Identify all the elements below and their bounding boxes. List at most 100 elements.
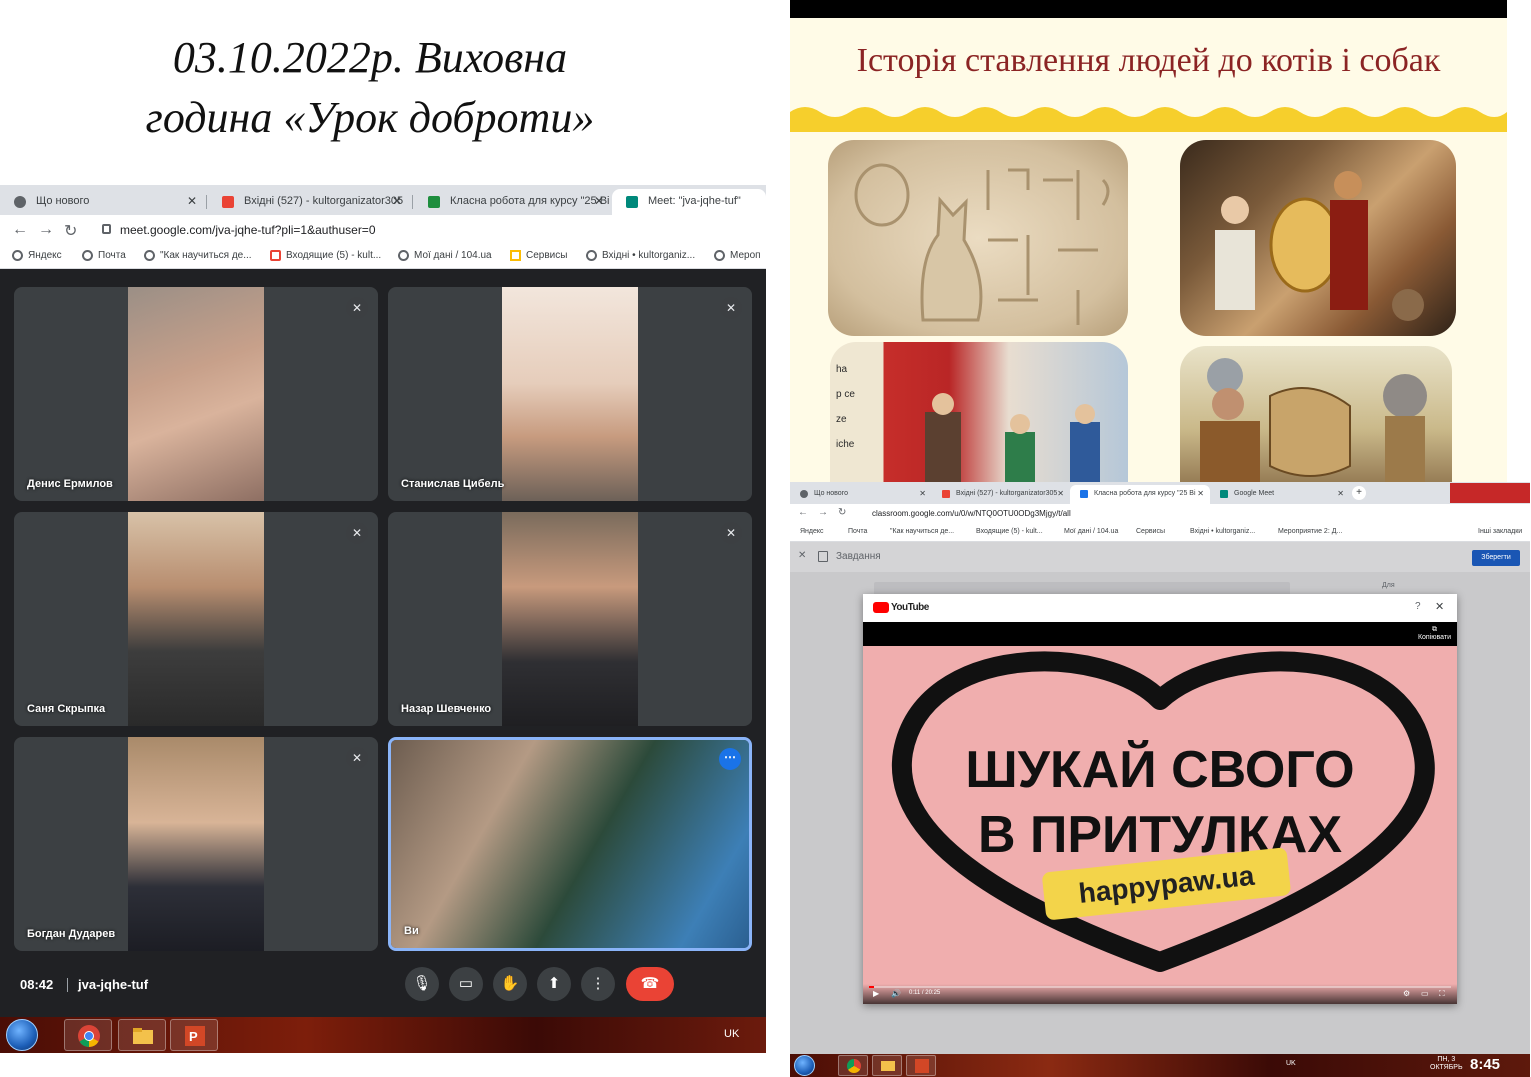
present-button[interactable]: ⬆ [537,967,571,1001]
window-controls[interactable] [1450,483,1530,503]
volume-icon[interactable]: 🔊 [891,989,901,998]
taskbar-chrome[interactable] [64,1019,112,1051]
self-video [391,740,749,948]
save-button[interactable]: Зберегти [1472,550,1520,566]
close-icon[interactable]: ✕ [1197,489,1204,498]
taskbar-powerpoint[interactable]: P [170,1019,218,1051]
tab-classroom[interactable]: Класна робота для курсу "25 Ві ✕ [1070,485,1210,504]
gmail-icon [270,250,281,261]
bookmark-item[interactable]: Вхідні • kultorganiz... [586,250,695,261]
bookmark-item[interactable]: Входящие (5) - kult... [976,528,1043,535]
reload-icon[interactable]: ↻ [64,221,77,241]
manuscript-illustration: ha p ce ze iche [836,364,1100,490]
tab-meet[interactable]: Meet: "jva-jqhe-tuf" [612,189,766,215]
cc-icon[interactable]: ▭ [1421,989,1429,998]
url-field[interactable]: classroom.google.com/u/0/w/NTQ0OTU0ODg3M… [872,509,1071,518]
bookmark-item[interactable]: Почта [848,528,867,535]
close-icon[interactable]: ✕ [392,194,402,208]
participant-video [128,512,264,726]
tab-classroom[interactable]: Класна робота для курсу "25 Ві ✕ [414,189,612,215]
participant-tile[interactable]: ✕ Саня Скрыпка [14,512,378,726]
video-progress[interactable] [869,986,1451,988]
start-button[interactable] [794,1055,815,1076]
bookmark-item[interactable]: Яндекс [800,528,824,535]
more-options-button[interactable]: ⋮ [581,967,615,1001]
bookmark-item[interactable]: Мої дані / 104.ua [1064,528,1118,535]
reload-icon[interactable]: ↻ [838,507,846,518]
globe-icon [12,250,23,261]
participant-name: Назар Шевченко [401,703,492,715]
tab-meet[interactable]: Google Meet ✕ [1210,485,1350,504]
mic-button[interactable]: 🎙 [405,967,439,1001]
close-icon[interactable]: ✕ [919,489,926,498]
close-icon[interactable]: ✕ [1337,489,1344,498]
title-line-2: година «Урок доброти» [145,93,595,142]
slide-title: Історія ставлення людей до котів і собак [856,42,1441,79]
start-button[interactable] [6,1019,38,1051]
bookmark-item[interactable]: Мероприятие 2: Д... [1278,528,1342,535]
bookmark-item[interactable]: Інші закладки [1478,528,1522,535]
camera-icon: ▭ [458,975,474,992]
apps-icon [510,250,521,261]
bookmark-item[interactable]: Почта [82,250,126,261]
tab-gmail[interactable]: Вхідні (527) - kultorganizator305 ✕ [208,189,410,215]
end-call-button[interactable]: ☎ [626,967,674,1001]
tab-whats-new[interactable]: Що нового ✕ [790,485,932,504]
bookmark-item[interactable]: Сервисы [1136,528,1165,535]
taskbar-explorer[interactable] [872,1055,902,1076]
help-icon[interactable]: ? [1415,601,1421,612]
meet-icon [626,196,638,208]
more-options-icon[interactable]: ⋯ [719,748,741,770]
raise-hand-button[interactable]: ✋ [493,967,527,1001]
medieval-manuscript-image: ha p ce ze iche [830,342,1128,490]
taskbar-explorer[interactable] [118,1019,166,1051]
forward-icon[interactable]: → [38,221,54,239]
bookmark-item[interactable]: Вхідні • kultorganiz... [1190,528,1255,535]
video-text-line-2: В ПРИТУЛКАХ [978,806,1342,864]
camera-button[interactable]: ▭ [449,967,483,1001]
close-icon[interactable]: ✕ [1435,600,1444,613]
url-field[interactable]: meet.google.com/jva-jqhe-tuf?pli=1&authu… [120,223,376,237]
svg-text:iche: iche [836,439,855,450]
folder-icon [881,1061,895,1071]
close-icon[interactable]: ✕ [594,194,604,208]
participant-tile[interactable]: ✕ Денис Ермилов [14,287,378,501]
bookmark-item[interactable]: Яндекс [12,250,62,261]
bookmark-item[interactable]: Входящие (5) - kult... [270,250,381,261]
back-icon[interactable]: ← [12,221,28,239]
bookmark-item[interactable]: Мероп [714,250,761,261]
participant-tile[interactable]: ✕ Богдан Дударев [14,737,378,951]
back-icon[interactable]: ← [798,507,808,518]
participant-tile[interactable]: ✕ Станислав Цибель [388,287,752,501]
bookmark-item[interactable]: "Как научиться де... [144,250,252,261]
globe-icon [82,250,93,261]
language-indicator[interactable]: UK [724,1028,739,1040]
new-tab-button[interactable]: + [1352,486,1366,500]
page-title: 03.10.2022р. Виховна година «Урок доброт… [0,28,740,148]
bookmark-item[interactable]: "Как научиться де... [890,528,954,535]
language-indicator[interactable]: UK [1286,1060,1296,1067]
title-line-1: 03.10.2022р. Виховна [172,33,568,82]
forward-icon[interactable]: → [818,507,828,518]
bookmark-item[interactable]: Мої дані / 104.ua [398,250,492,261]
self-tile[interactable]: ⋯ Ви [388,737,752,951]
fullscreen-icon[interactable]: ⛶ [1439,989,1445,999]
globe-icon [144,250,155,261]
tab-whats-new[interactable]: Що нового ✕ [0,189,205,215]
settings-icon[interactable]: ⚙ [1403,989,1410,998]
globe-icon [586,250,597,261]
participant-tile[interactable]: ✕ Назар Шевченко [388,512,752,726]
play-icon[interactable]: ▶ [873,989,879,998]
tab-gmail[interactable]: Вхідні (527) - kultorganizator305 ✕ [932,485,1070,504]
taskbar-chrome[interactable] [838,1055,868,1076]
close-icon[interactable]: ✕ [798,550,806,561]
chrome-icon [800,490,808,498]
close-icon[interactable]: ✕ [187,194,197,208]
powerpoint-icon: P [185,1026,205,1046]
taskbar-powerpoint[interactable] [906,1055,936,1076]
presentation-slide: Історія ставлення людей до котів і собак… [790,0,1507,490]
bookmark-item[interactable]: Сервисы [510,250,567,261]
classroom-screenshot: Що нового ✕ Вхідні (527) - kultorganizat… [790,482,1530,1077]
youtube-video[interactable]: ⧉ Копіювати ШУКАЙ СВОГО В ПРИТУЛКАХ happ… [863,622,1457,1004]
close-icon[interactable]: ✕ [1057,489,1064,498]
